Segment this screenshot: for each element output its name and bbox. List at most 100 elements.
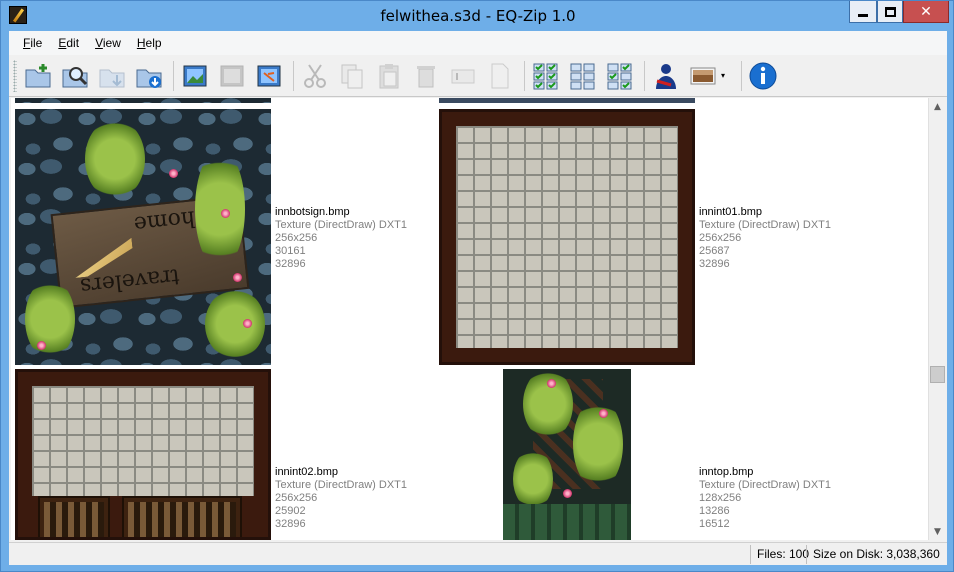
file-type: Texture (DirectDraw) DXT1 bbox=[275, 479, 408, 491]
thumbnail-grid[interactable]: home travelers innbotsign.bmp Texture (D… bbox=[11, 98, 928, 540]
copy-icon bbox=[341, 64, 363, 88]
ivy-decoration bbox=[195, 149, 245, 269]
flower-decoration bbox=[599, 409, 608, 418]
rename-icon bbox=[451, 69, 475, 83]
extract-icon bbox=[99, 69, 125, 87]
file-info-innint02: innint02.bmp Texture (DirectDraw) DXT1 2… bbox=[275, 466, 407, 531]
export-image-button[interactable] bbox=[215, 59, 249, 93]
roof-tiles-texture bbox=[503, 504, 631, 540]
file-type: Texture (DirectDraw) DXT1 bbox=[275, 219, 408, 231]
toolbar: ▾ bbox=[9, 55, 947, 97]
delete-icon bbox=[417, 65, 435, 87]
open-archive-button[interactable] bbox=[58, 59, 92, 93]
export-image-icon bbox=[220, 65, 244, 86]
brick-texture bbox=[456, 126, 678, 348]
select-none-button[interactable] bbox=[566, 59, 600, 93]
flower-decoration bbox=[221, 209, 230, 218]
wizard-button[interactable] bbox=[649, 59, 683, 93]
paste-button[interactable] bbox=[372, 59, 406, 93]
import-image-icon bbox=[183, 65, 207, 86]
menu-file[interactable]: File bbox=[15, 34, 50, 52]
chevron-down-icon: ▼ bbox=[934, 526, 941, 537]
thumbnail-innint02[interactable] bbox=[15, 369, 271, 540]
ivy-decoration bbox=[25, 279, 75, 359]
menu-edit[interactable]: Edit bbox=[50, 34, 87, 52]
file-size-uncompressed: 32896 bbox=[275, 258, 306, 270]
select-all-button[interactable] bbox=[529, 59, 563, 93]
file-name: innbotsign.bmp bbox=[275, 206, 350, 218]
thumbnail-inntop[interactable] bbox=[503, 369, 631, 540]
properties-button[interactable] bbox=[483, 59, 517, 93]
file-size-uncompressed: 32896 bbox=[275, 518, 306, 530]
title-bar[interactable]: felwithea.s3d - EQ-Zip 1.0 ✕ bbox=[1, 1, 953, 31]
menu-view[interactable]: View bbox=[87, 34, 129, 52]
window-title: felwithea.s3d - EQ-Zip 1.0 bbox=[380, 7, 576, 25]
thumbnail-innint01[interactable] bbox=[439, 109, 695, 365]
new-archive-button[interactable] bbox=[21, 59, 55, 93]
paste-icon bbox=[379, 63, 399, 88]
menu-help[interactable]: Help bbox=[129, 34, 170, 52]
rename-button[interactable] bbox=[446, 59, 480, 93]
delete-button[interactable] bbox=[409, 59, 443, 93]
minimize-button[interactable] bbox=[849, 1, 877, 23]
save-as-button[interactable] bbox=[132, 59, 166, 93]
cut-button[interactable] bbox=[298, 59, 332, 93]
info-icon bbox=[749, 62, 777, 89]
file-info-innbotsign: innbotsign.bmp Texture (DirectDraw) DXT1… bbox=[275, 206, 407, 271]
maximize-icon bbox=[884, 6, 896, 17]
scroll-thumb[interactable] bbox=[930, 366, 945, 383]
file-dimensions: 256x256 bbox=[275, 232, 318, 244]
thumbnail-view-button[interactable] bbox=[686, 59, 720, 93]
wizard-icon bbox=[656, 63, 676, 89]
ivy-decoration bbox=[205, 289, 265, 359]
cut-icon bbox=[304, 63, 326, 88]
vertical-scrollbar[interactable]: ▲ ▼ bbox=[928, 98, 945, 540]
ivy-decoration bbox=[573, 399, 623, 489]
menu-bar: File Edit View Help bbox=[9, 31, 947, 55]
minimize-icon bbox=[858, 14, 868, 17]
file-size: 25687 bbox=[699, 245, 730, 257]
toolbar-separator bbox=[293, 60, 294, 91]
about-button[interactable] bbox=[746, 59, 780, 93]
ivy-decoration bbox=[513, 449, 553, 509]
flower-decoration bbox=[243, 319, 252, 328]
close-button[interactable]: ✕ bbox=[903, 1, 949, 23]
file-dimensions: 128x256 bbox=[699, 492, 742, 504]
flower-decoration bbox=[547, 379, 556, 388]
view-dropdown-arrow-icon[interactable]: ▾ bbox=[721, 71, 729, 80]
status-bar: Files: 100 Size on Disk: 3,038,360 bbox=[9, 542, 947, 565]
scroll-down-button[interactable]: ▼ bbox=[929, 523, 946, 540]
flower-decoration bbox=[169, 169, 178, 178]
file-name: innint02.bmp bbox=[275, 466, 338, 478]
file-name: inntop.bmp bbox=[699, 466, 754, 478]
file-type: Texture (DirectDraw) DXT1 bbox=[699, 479, 832, 491]
client-area: File Edit View Help ▾ home travelers inn… bbox=[9, 31, 947, 565]
file-size: 30161 bbox=[275, 245, 306, 257]
ivy-decoration bbox=[85, 119, 145, 199]
replace-image-button[interactable] bbox=[252, 59, 286, 93]
new-archive-icon bbox=[25, 63, 51, 87]
import-image-button[interactable] bbox=[178, 59, 212, 93]
select-all-icon bbox=[533, 63, 558, 89]
extract-button[interactable] bbox=[95, 59, 129, 93]
app-window: felwithea.s3d - EQ-Zip 1.0 ✕ File Edit V… bbox=[0, 0, 954, 572]
file-size-uncompressed: 32896 bbox=[699, 258, 730, 270]
file-dimensions: 256x256 bbox=[699, 232, 742, 244]
scroll-up-button[interactable]: ▲ bbox=[929, 98, 946, 115]
file-type: Texture (DirectDraw) DXT1 bbox=[699, 219, 832, 231]
close-icon: ✕ bbox=[920, 3, 932, 20]
thumbnail-partial[interactable] bbox=[439, 98, 695, 103]
file-size: 13286 bbox=[699, 505, 730, 517]
copy-button[interactable] bbox=[335, 59, 369, 93]
toolbar-separator bbox=[524, 60, 525, 91]
file-name: innint01.bmp bbox=[699, 206, 762, 218]
save-as-icon bbox=[136, 69, 162, 88]
file-dimensions: 256x256 bbox=[275, 492, 318, 504]
toolbar-grip[interactable] bbox=[13, 59, 17, 92]
invert-selection-button[interactable] bbox=[603, 59, 637, 93]
thumbnail-view-icon bbox=[690, 67, 716, 84]
sign-text-home: home bbox=[132, 205, 197, 237]
thumbnail-innbotsign[interactable]: home travelers bbox=[15, 109, 271, 365]
maximize-button[interactable] bbox=[877, 1, 903, 23]
thumbnail-partial[interactable] bbox=[15, 98, 271, 103]
